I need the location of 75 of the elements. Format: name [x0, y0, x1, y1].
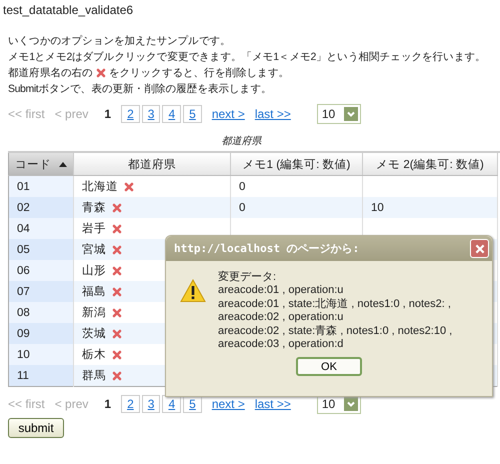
dialog-title: http://localhost のページから: [174, 241, 360, 256]
dialog-message-line: areacode:01 , state:北海道 , notes1:0 , notes2: , [218, 298, 452, 312]
prefecture-name: 青森 [82, 200, 106, 215]
dialog-message-line: areacode:02 , operation:u [218, 311, 344, 325]
dialog-message-line: areacode:02 , state:青森 , notes1:0 , notes2:10 , [218, 324, 452, 338]
prefecture-name: 栃木 [82, 348, 106, 362]
delete-icon[interactable] [112, 224, 122, 234]
page-number-link[interactable]: 4 [162, 105, 182, 123]
last-page-link[interactable]: last >> [254, 107, 291, 121]
delete-icon[interactable] [112, 244, 122, 254]
dialog-message-line: areacode:03 , operation:d [218, 338, 344, 352]
next-page-link[interactable]: next > [212, 107, 245, 121]
table-caption: 都道府県 [220, 134, 263, 146]
delete-icon[interactable] [112, 328, 122, 338]
table-cell: 01 [8, 176, 74, 197]
delete-icon[interactable] [112, 308, 122, 318]
chevron-down-icon [346, 109, 356, 119]
description-text: をクリックすると、行を削除します。 [108, 66, 290, 81]
prefecture-name: 茨城 [82, 326, 106, 341]
table-cell: 10 [8, 344, 74, 365]
page-number-link[interactable]: 1 [98, 105, 118, 123]
next-page-link[interactable]: next > [212, 397, 245, 411]
dialog-message-line: 変更データ: [218, 271, 278, 284]
table-cell[interactable]: 0 [230, 176, 362, 197]
description-text: 都道府県名の右の [8, 66, 93, 81]
table-cell[interactable]: 0 [230, 197, 362, 218]
sort-ascending-icon [59, 162, 67, 166]
column-header[interactable]: 都道府県 [74, 153, 230, 176]
table-cell: 07 [8, 281, 74, 302]
warning-icon [180, 279, 206, 303]
delete-icon[interactable] [112, 350, 122, 360]
prefecture-name: 福島 [82, 284, 106, 299]
column-header[interactable]: メモ1 (編集可: 数値) [230, 153, 362, 176]
delete-icon[interactable] [112, 266, 122, 276]
last-page-link[interactable]: last >> [254, 397, 291, 411]
prefecture-name: 新潟 [82, 305, 106, 320]
table-cell: 08 [8, 302, 74, 323]
page-title: test_datatable_validate6 [3, 3, 134, 19]
table-cell: 11 [8, 365, 74, 386]
page-number-link[interactable]: 3 [142, 105, 160, 123]
column-header[interactable]: メモ 2(編集可: 数値) [362, 153, 498, 176]
column-header[interactable]: コード [8, 153, 74, 176]
chevron-down-icon [346, 399, 356, 409]
delete-icon[interactable] [112, 202, 122, 212]
table-cell: 09 [8, 323, 74, 344]
dialog-message-line: areacode:01 , operation:u [218, 284, 344, 298]
submit-button[interactable]: submit [8, 418, 64, 438]
table-cell: 02 [8, 197, 74, 218]
delete-icon[interactable] [112, 370, 122, 380]
table-cell: 05 [8, 239, 74, 260]
delete-icon[interactable] [112, 286, 122, 296]
table-cell: 06 [8, 260, 74, 281]
page-number-link[interactable]: 5 [183, 105, 202, 123]
prefecture-name: 山形 [82, 264, 106, 278]
page-number-link[interactable]: 4 [162, 395, 182, 413]
page-number-link[interactable]: 5 [183, 395, 202, 413]
page-size-dropdown[interactable]: 10 [316, 104, 361, 124]
close-icon [474, 242, 486, 254]
delete-icon [96, 68, 106, 78]
close-button[interactable] [470, 239, 489, 258]
page-number-link[interactable]: 2 [121, 105, 140, 123]
description-text: いくつかのオプションを加えたサンプルです。 [8, 34, 231, 49]
table-cell[interactable]: 10 [362, 197, 498, 218]
page-number-link[interactable]: 1 [98, 395, 118, 413]
prefecture-name: 宮城 [82, 242, 106, 257]
prefecture-name: 北海道 [82, 180, 118, 194]
page-number-link[interactable]: 3 [142, 395, 160, 413]
table-cell: 04 [8, 218, 74, 239]
description-text: メモ1とメモ2はダブルクリックで変更できます。「メモ1＜メモ2」という相関チェックを行います。 [8, 50, 486, 65]
prefecture-name: 岩手 [82, 221, 106, 236]
page-number-link[interactable]: 2 [121, 395, 140, 413]
description-text: Submitボタンで、表の更新・削除の履歴を表示します。 [8, 82, 272, 97]
delete-icon[interactable] [124, 182, 134, 192]
ok-button[interactable]: OK [296, 357, 362, 376]
prefecture-name: 群馬 [82, 368, 106, 383]
